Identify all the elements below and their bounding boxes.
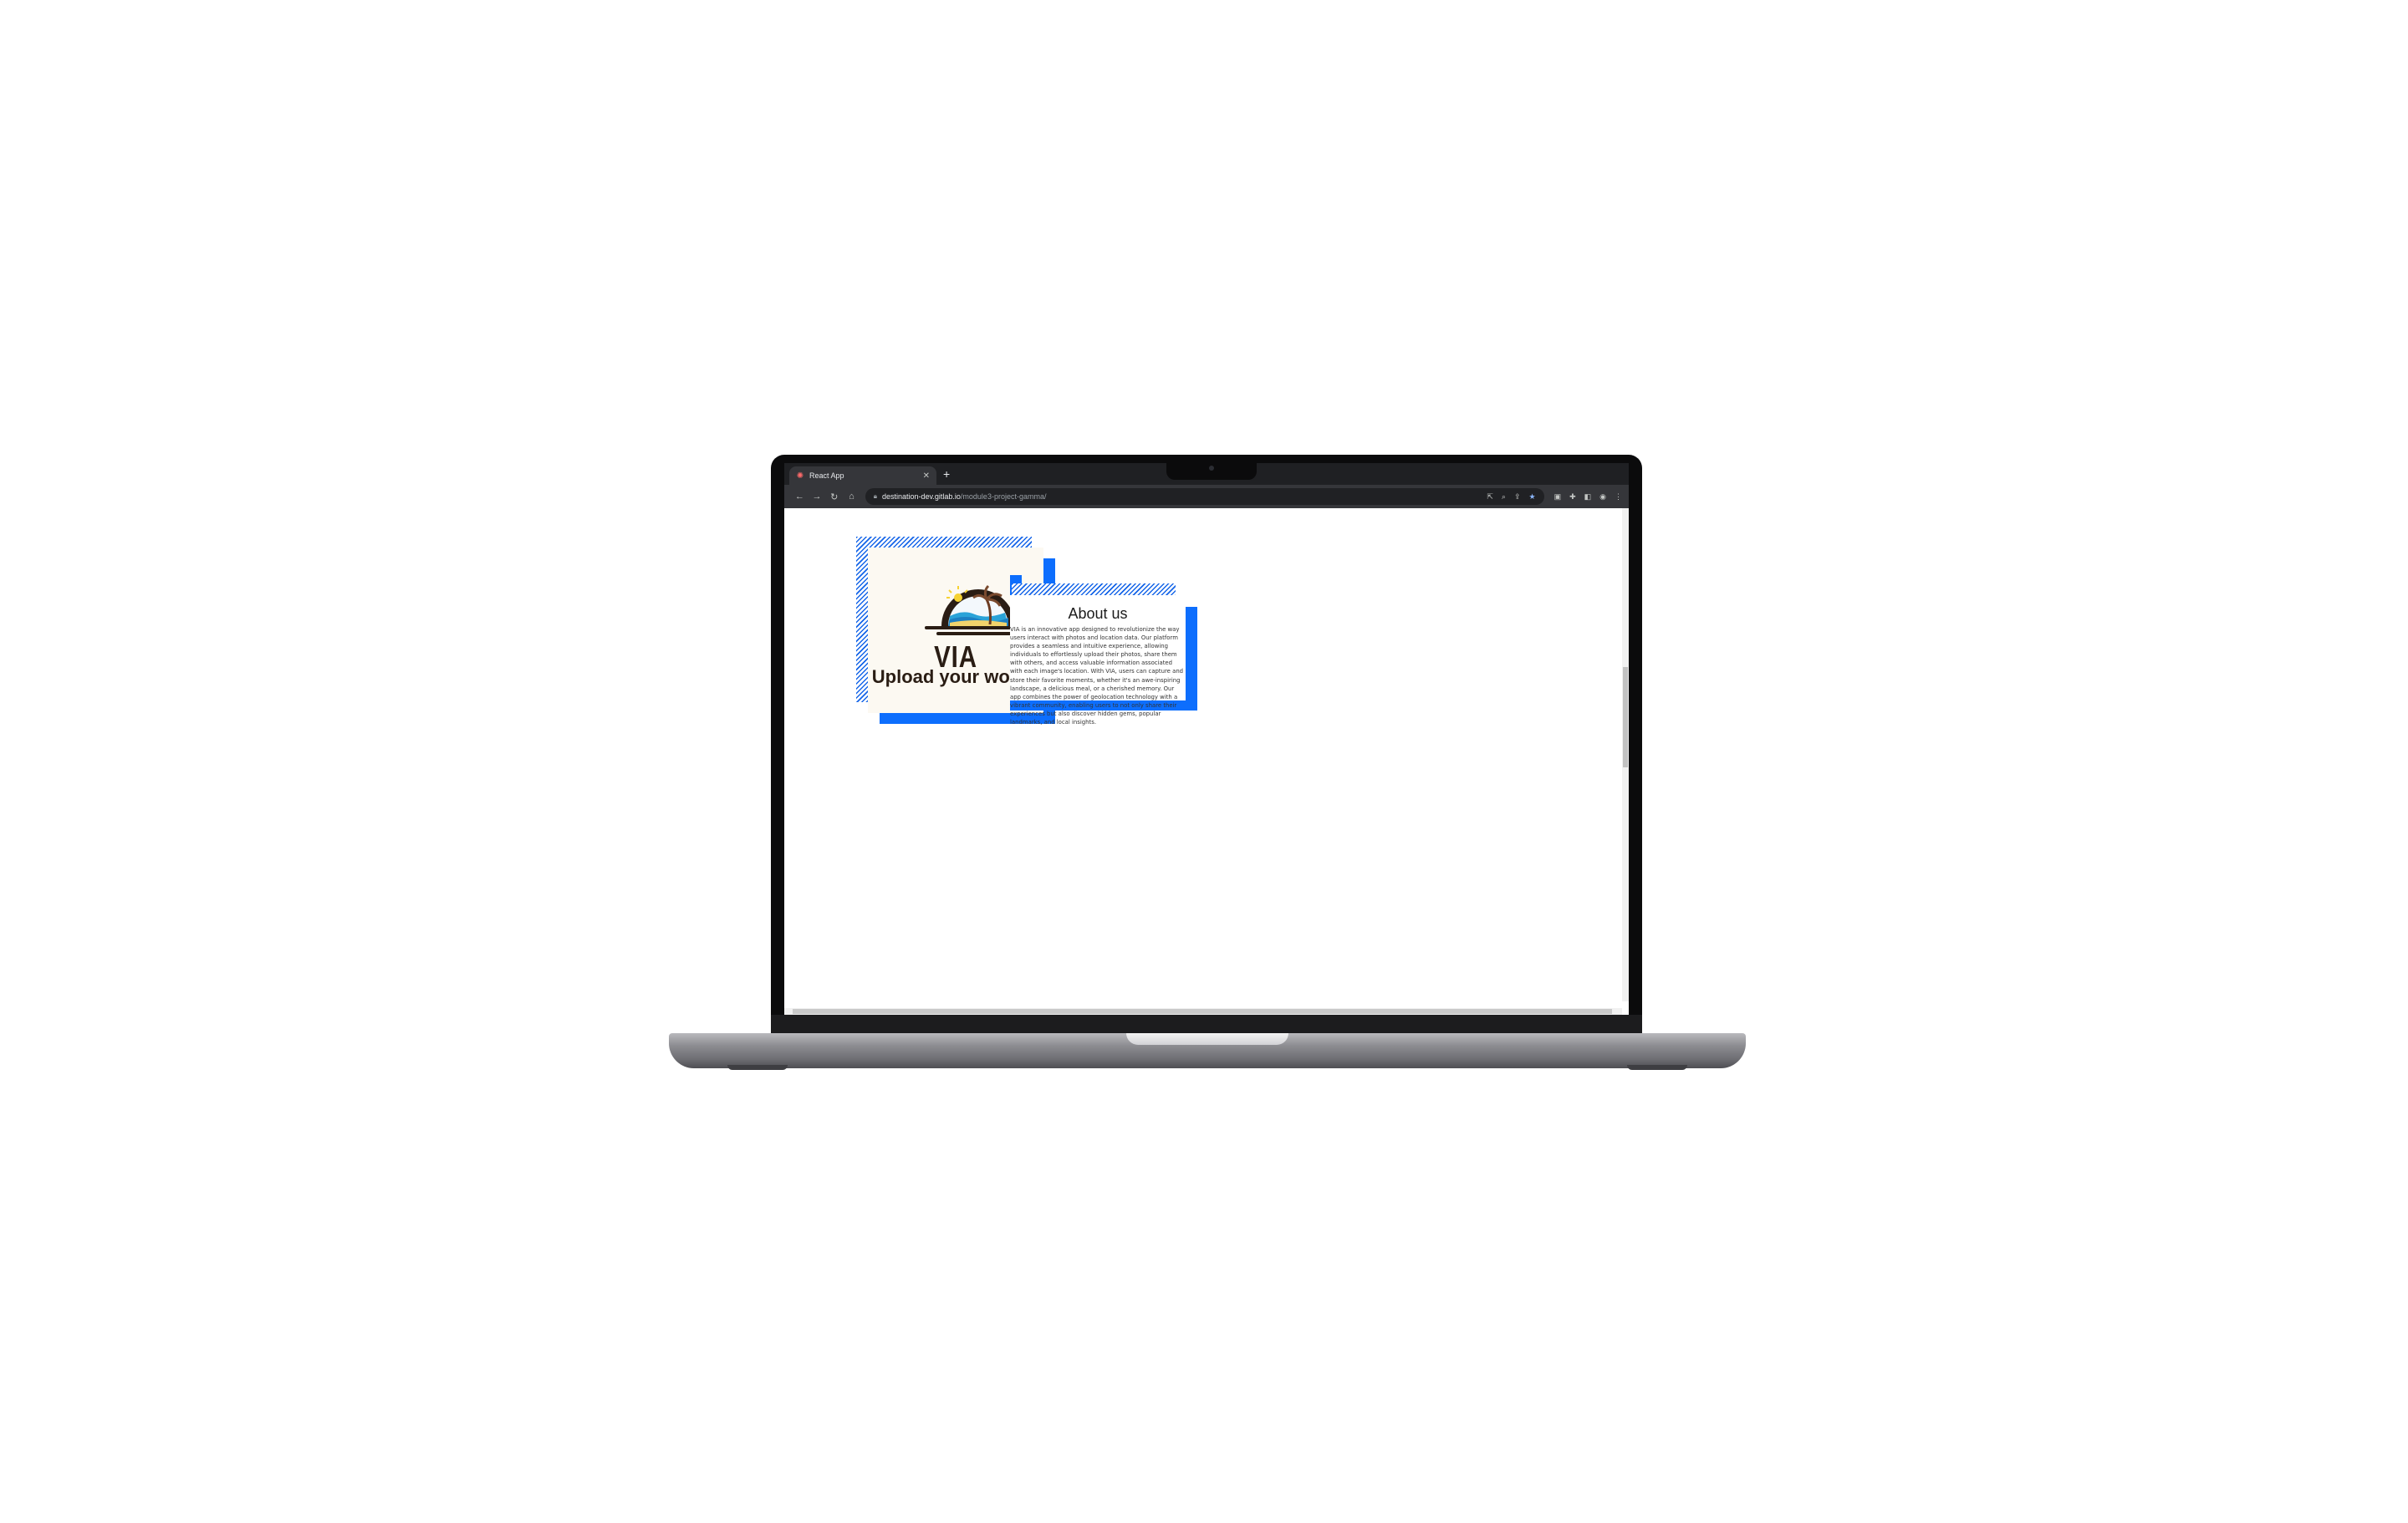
laptop-foot-right <box>1627 1065 1687 1070</box>
laptop-foot-left <box>727 1065 788 1070</box>
home-icon[interactable]: ⌂ <box>843 492 860 502</box>
camera-icon <box>1209 466 1214 471</box>
about-description: VIA is an innovative app designed to rev… <box>1010 626 1184 726</box>
side-panel-icon[interactable]: ◧ <box>1584 492 1592 502</box>
tab-title: React App <box>809 471 844 480</box>
profile-avatar-icon[interactable]: ◉ <box>1599 492 1606 502</box>
laptop-lid: ✺ React App ✕ + ← → ↻ ⌂ 🔒︎ destination-d… <box>771 455 1642 1040</box>
share-icon[interactable]: ⇪ <box>1514 492 1521 502</box>
address-bar[interactable]: 🔒︎ destination-dev.gitlab.io /module3-pr… <box>865 488 1544 505</box>
camera-notch <box>1166 463 1257 480</box>
horizontal-scroll-thumb[interactable] <box>793 1009 1612 1014</box>
url-path: /module3-project-gamma/ <box>960 492 1047 501</box>
laptop-base <box>669 1033 1746 1068</box>
menu-kebab-icon[interactable]: ⋮ <box>1615 492 1622 502</box>
lock-icon[interactable]: 🔒︎ <box>874 492 877 501</box>
extensions-puzzle-icon[interactable]: ✚ <box>1569 492 1576 502</box>
forward-icon[interactable]: → <box>809 492 826 502</box>
new-tab-icon[interactable]: + <box>943 468 950 480</box>
open-external-icon[interactable]: ⇱ <box>1487 492 1493 502</box>
about-title: About us <box>1068 605 1128 622</box>
horizontal-scrollbar[interactable] <box>784 1008 1622 1015</box>
zoom-icon[interactable]: ⌕ <box>1502 492 1506 502</box>
extension-icon[interactable]: ▣ <box>1554 492 1562 502</box>
reload-icon[interactable]: ↻ <box>825 492 843 502</box>
vertical-scrollbar[interactable] <box>1622 508 1629 1001</box>
laptop-screen: ✺ React App ✕ + ← → ↻ ⌂ 🔒︎ destination-d… <box>784 463 1629 1015</box>
about-hatch-pattern <box>1012 583 1176 595</box>
bookmark-star-icon[interactable]: ★ <box>1528 492 1535 502</box>
about-card: About us VIA is an innovative app design… <box>1010 595 1186 726</box>
browser-toolbar: ← → ↻ ⌂ 🔒︎ destination-dev.gitlab.io /mo… <box>784 485 1629 508</box>
browser-tab[interactable]: ✺ React App ✕ <box>789 466 936 485</box>
page-viewport: VIA Upload your world! About us VIA is a… <box>784 508 1629 1015</box>
vertical-scroll-thumb[interactable] <box>1623 667 1628 767</box>
react-logo-icon: ✺ <box>796 471 804 481</box>
trackpad-notch <box>1126 1033 1288 1045</box>
back-icon[interactable]: ← <box>791 492 809 502</box>
close-tab-icon[interactable]: ✕ <box>923 471 930 481</box>
url-host: destination-dev.gitlab.io <box>882 492 961 501</box>
